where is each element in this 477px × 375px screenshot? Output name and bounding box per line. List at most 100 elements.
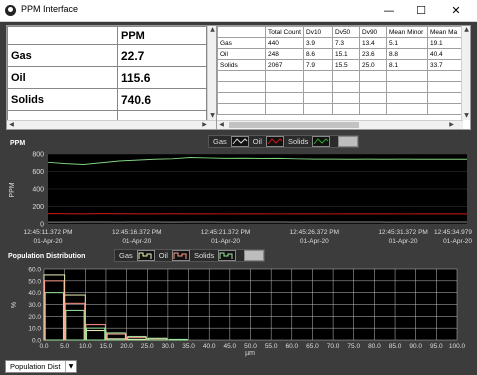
ppm-y-tick-label: 400 [32, 187, 44, 194]
table-row: Oil 115.6 [7, 66, 207, 89]
empty-cell [265, 70, 304, 82]
dist-x-tick-label: 35.0 [182, 343, 195, 350]
ppm-vertical-scrollbar[interactable]: ▲ ▼ [207, 26, 216, 120]
dist-x-tick-label: 65.0 [306, 343, 319, 350]
ppm-row-value: 740.6 [117, 88, 207, 111]
scroll-right-icon[interactable]: ▶ [447, 121, 456, 129]
column-header [217, 26, 266, 38]
dist-y-tick-label: 30.0 [28, 302, 41, 309]
scroll-up-icon[interactable]: ▲ [462, 26, 470, 34]
ppm-table-panel: PPM Gas 22.7 Oil 115.6 Solids 740.6 ▲ ▼ … [6, 25, 217, 130]
legend-oil-label: Oil [252, 137, 262, 146]
legend-oil-swatch[interactable] [265, 136, 284, 147]
ppm-x-tick-time: 12:45:31.372 PM [378, 229, 428, 236]
empty-cell [359, 103, 387, 115]
title-bar[interactable]: PPM Interface — ☐ ✕ [0, 0, 477, 22]
view-select-dropdown[interactable]: Population Dist ▼ [5, 360, 77, 373]
table-cell: 25.0 [359, 59, 387, 71]
minimize-button[interactable]: — [373, 0, 405, 22]
empty-cell [359, 70, 387, 82]
ppm-corner-cell [7, 26, 118, 45]
maximize-button[interactable]: ☐ [405, 0, 437, 22]
ppm-legend: Gas Oil Solids [208, 135, 360, 148]
dist-x-tick-label: 30.0 [162, 343, 175, 350]
empty-cell [217, 81, 266, 93]
legend-solids-label: Solids [287, 137, 309, 146]
dist-gridlines [43, 268, 458, 341]
ppm-x-tick-time: 12:45:11.372 PM [23, 229, 72, 236]
table-row [217, 92, 464, 104]
dist-x-tick-label: 5.0 [60, 343, 69, 350]
empty-cell [217, 92, 266, 104]
table-row [217, 70, 464, 82]
dist-x-tick-label: 60.0 [285, 343, 298, 350]
stats-horizontal-scrollbar[interactable]: ◀ ▶ [217, 120, 463, 129]
dist-y-tick-labels: 60.050.040.030.020.010.00.0 [28, 267, 41, 345]
dist-y-tick-label: 20.0 [28, 314, 41, 321]
scroll-left-icon[interactable]: ◀ [7, 121, 16, 129]
table-row [217, 81, 464, 93]
empty-cell [332, 70, 360, 82]
table-cell: 5.1 [386, 37, 428, 49]
empty-cell [332, 92, 360, 104]
table-cell: 13.4 [359, 37, 387, 49]
window-title: PPM Interface [21, 4, 79, 14]
ppm-row-value: 115.6 [117, 66, 207, 89]
empty-cell [303, 92, 333, 104]
legend-gas-label: Gas [119, 251, 133, 260]
ppm-y-tick-labels: 800 600 400 200 0 [32, 152, 44, 229]
ppm-x-tick-labels: 12:45:11.372 PM 01-Apr-20 12:45:16.372 PM 0… [23, 229, 472, 245]
scroll-left-icon[interactable]: ◀ [217, 121, 226, 129]
scroll-down-icon[interactable]: ▼ [462, 112, 470, 120]
chevron-down-icon[interactable]: ▼ [65, 361, 76, 372]
table-row: Solids 740.6 [7, 88, 207, 111]
empty-cell [427, 92, 464, 104]
legend-gas-label: Gas [213, 137, 227, 146]
table-row: Solids 2067 7.9 15.5 25.0 8.1 33.7 [217, 59, 464, 71]
empty-cell [303, 70, 333, 82]
ppm-horizontal-scrollbar[interactable]: ◀ ▶ [7, 120, 216, 129]
dist-x-tick-label: 15.0 [100, 343, 113, 350]
column-header: Mean Ma [427, 26, 464, 38]
legend-extra-swatch[interactable] [244, 250, 265, 261]
ppm-y-tick-label: 600 [32, 169, 44, 176]
dist-x-tick-label: 70.0 [327, 343, 340, 350]
legend-gas-swatch[interactable] [230, 136, 249, 147]
legend-extra-swatch[interactable] [338, 136, 359, 147]
scroll-thumb[interactable] [229, 122, 359, 128]
dist-y-tick-label: 50.0 [28, 278, 41, 285]
dist-x-tick-label: 95.0 [430, 343, 443, 350]
legend-oil-label: Oil [158, 251, 168, 260]
column-header: Mean Minor [386, 26, 428, 38]
dist-legend: Gas Oil Solids [114, 249, 266, 262]
table-cell: Gas [217, 37, 266, 49]
app-window: PPM Interface — ☐ ✕ PPM Gas 22.7 Oil 115… [0, 0, 477, 375]
table-cell: Solids [217, 59, 266, 71]
ppm-x-tick-date: 01-Apr-20 [34, 238, 63, 245]
legend-oil-swatch[interactable] [171, 250, 190, 261]
table-header-row: Total Count Dv10 Dv50 Dv90 Mean Minor Me… [217, 26, 464, 38]
dist-bar-solids [168, 338, 188, 341]
close-button[interactable]: ✕ [440, 0, 472, 22]
dist-x-tick-label: 90.0 [409, 343, 422, 350]
table-cell: 19.1 [427, 37, 464, 49]
dist-x-tick-label: 10.0 [79, 343, 92, 350]
table-cell: 7.9 [303, 59, 333, 71]
dist-y-axis-label: % [11, 302, 18, 308]
dist-x-tick-label: 20.0 [120, 343, 133, 350]
ppm-x-tick-time: 12:45:34.979 [434, 229, 472, 236]
legend-gas-swatch[interactable] [136, 250, 155, 261]
table-cell: 440 [265, 37, 304, 49]
scroll-right-icon[interactable]: ▶ [200, 121, 209, 129]
empty-cell [332, 103, 360, 115]
ppm-x-tick-time: 12:45:21.372 PM [201, 229, 251, 236]
empty-cell [359, 92, 387, 104]
dropdown-value: Population Dist [10, 362, 61, 371]
ppm-row-label: Oil [7, 66, 118, 89]
ppm-y-axis-label: PPM [9, 182, 16, 197]
table-row: Oil 248 8.6 15.1 23.6 8.8 40.4 [217, 48, 464, 60]
legend-solids-swatch[interactable] [218, 250, 237, 261]
legend-solids-swatch[interactable] [312, 136, 331, 147]
empty-cell [217, 70, 266, 82]
stats-vertical-scrollbar[interactable]: ▲ ▼ [461, 26, 470, 120]
